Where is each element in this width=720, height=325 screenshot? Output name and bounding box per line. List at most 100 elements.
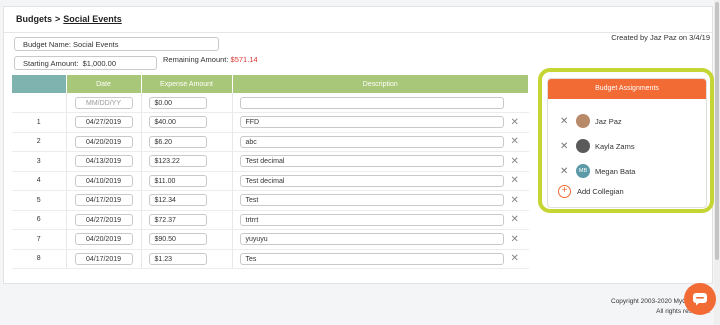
amount-input[interactable]: $90.50 (148, 233, 207, 246)
remaining-amount-label: Remaining Amount: (163, 55, 229, 64)
member-name: Jaz Paz (595, 116, 622, 126)
description-cell: Test decimal ✕ (232, 171, 529, 191)
description-input[interactable]: yuyuyu (239, 233, 504, 246)
expense-table: Date Expense Amount Description MM/DD/YY… (12, 75, 529, 269)
new-row-date-cell: MM/DD/YY (66, 93, 142, 113)
amount-cell: $6.20 (141, 132, 233, 152)
remove-row-icon[interactable]: ✕ (511, 234, 519, 245)
date-input[interactable]: 04/17/2019 (74, 194, 133, 207)
starting-amount-value: $1,000.00 (82, 59, 116, 68)
description-cell: yuyuyu ✕ (232, 229, 529, 250)
new-date-input[interactable]: MM/DD/YY (74, 96, 133, 109)
description-input[interactable]: Test (239, 194, 504, 207)
description-cell: Tes ✕ (232, 249, 529, 269)
starting-amount-label: Starting Amount: (23, 59, 79, 68)
header-date: Date (66, 75, 142, 93)
amount-input[interactable]: $1.23 (148, 252, 207, 265)
date-input[interactable]: 04/17/2019 (74, 252, 133, 265)
breadcrumb-parent[interactable]: Budgets (16, 14, 52, 24)
remove-row-icon[interactable]: ✕ (511, 175, 519, 186)
amount-cell: $12.34 (141, 190, 233, 211)
date-input[interactable]: 04/13/2019 (74, 155, 133, 168)
amount-input[interactable]: $6.20 (148, 135, 207, 148)
amount-input[interactable]: $40.00 (148, 116, 207, 129)
description-input[interactable]: FFD (239, 116, 504, 129)
chat-button[interactable] (684, 283, 716, 315)
remove-row-icon[interactable]: ✕ (511, 195, 519, 206)
date-input[interactable]: 04/20/2019 (74, 135, 133, 148)
description-cell: trtrrt ✕ (232, 210, 529, 230)
budget-name-field[interactable]: Budget Name: Social Events (14, 37, 219, 51)
member-name: Megan Bata (595, 166, 636, 176)
add-collegian-label: Add Collegian (577, 187, 624, 196)
new-description-input[interactable] (239, 96, 504, 109)
new-row-desc-cell (232, 93, 529, 113)
remove-member-icon[interactable]: ✕ (560, 141, 576, 152)
created-by-text: Created by Jaz Paz on 3/4/19 (611, 33, 710, 42)
header-description: Description (232, 75, 529, 93)
page-scrollbar[interactable] (714, 0, 720, 325)
date-cell: 04/17/2019 (66, 190, 142, 211)
row-number: 4 (12, 171, 67, 191)
description-cell: FFD ✕ (232, 112, 529, 133)
amount-cell: $72.37 (141, 210, 233, 230)
table-row: 4 04/10/2019 $11.00 Test decimal ✕ (12, 171, 529, 191)
remove-row-icon[interactable]: ✕ (511, 214, 519, 225)
new-row-number (12, 93, 67, 113)
amount-input[interactable]: $123.22 (148, 155, 207, 168)
amount-cell: $123.22 (141, 151, 233, 172)
scrollbar-thumb[interactable] (715, 2, 719, 260)
new-amount-input[interactable]: $0.00 (148, 96, 207, 109)
table-row: 6 04/27/2019 $72.37 trtrrt ✕ (12, 210, 529, 230)
amount-input[interactable]: $12.34 (148, 194, 207, 207)
row-number: 8 (12, 249, 67, 269)
date-cell: 04/27/2019 (66, 210, 142, 230)
date-input[interactable]: 04/27/2019 (74, 213, 133, 226)
remove-member-icon[interactable]: ✕ (560, 116, 576, 127)
remove-row-icon[interactable]: ✕ (511, 156, 519, 167)
new-row-amount-cell: $0.00 (141, 93, 233, 113)
date-input[interactable]: 04/20/2019 (74, 233, 133, 246)
date-cell: 04/17/2019 (66, 249, 142, 269)
description-input[interactable]: Test decimal (239, 155, 504, 168)
avatar: MB (576, 164, 590, 178)
description-input[interactable]: abc (239, 135, 504, 148)
row-number: 3 (12, 151, 67, 172)
row-number: 2 (12, 132, 67, 152)
table-row: 2 04/20/2019 $6.20 abc ✕ (12, 132, 529, 152)
description-cell: abc ✕ (232, 132, 529, 152)
chat-icon (693, 293, 707, 306)
expense-table-header: Date Expense Amount Description (12, 75, 529, 93)
date-cell: 04/20/2019 (66, 229, 142, 250)
budget-assignments-title: Budget Assignments (548, 79, 706, 99)
date-cell: 04/20/2019 (66, 132, 142, 152)
date-cell: 04/27/2019 (66, 112, 142, 133)
amount-input[interactable]: $11.00 (148, 174, 207, 187)
remaining-amount-value: $571.14 (230, 55, 258, 64)
member-item: ✕ Jaz Paz (560, 113, 622, 129)
date-cell: 04/10/2019 (66, 171, 142, 191)
new-expense-row: MM/DD/YY $0.00 (12, 93, 529, 113)
date-input[interactable]: 04/27/2019 (74, 116, 133, 129)
amount-input[interactable]: $72.37 (148, 213, 207, 226)
add-collegian-button[interactable]: + Add Collegian (558, 185, 624, 198)
description-input[interactable]: Test decimal (239, 174, 504, 187)
remove-row-icon[interactable]: ✕ (511, 253, 519, 264)
description-cell: Test decimal ✕ (232, 151, 529, 172)
description-input[interactable]: Tes (239, 252, 504, 265)
remove-row-icon[interactable]: ✕ (511, 117, 519, 128)
starting-amount-field[interactable]: Starting Amount: $1,000.00 (14, 56, 157, 70)
avatar (576, 139, 590, 153)
remove-row-icon[interactable]: ✕ (511, 136, 519, 147)
date-input[interactable]: 04/10/2019 (74, 174, 133, 187)
date-cell: 04/13/2019 (66, 151, 142, 172)
description-cell: Test ✕ (232, 190, 529, 211)
row-number: 7 (12, 229, 67, 250)
breadcrumb-current[interactable]: Social Events (63, 14, 122, 24)
member-item: ✕ Kayla Zams (560, 138, 635, 154)
amount-cell: $1.23 (141, 249, 233, 269)
header-divider (4, 32, 712, 33)
plus-circle-icon: + (558, 185, 571, 198)
remove-member-icon[interactable]: ✕ (560, 166, 576, 177)
description-input[interactable]: trtrrt (239, 213, 504, 226)
